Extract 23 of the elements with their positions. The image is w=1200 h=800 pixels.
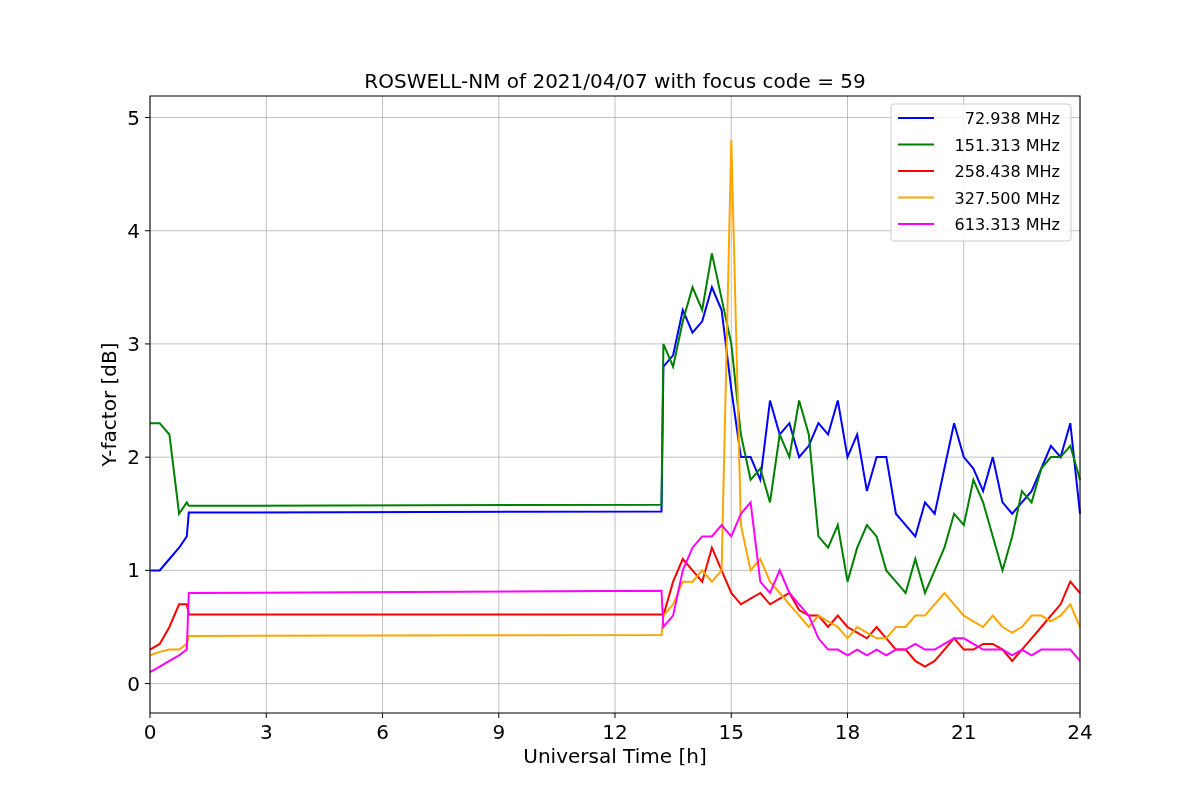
x-tick-label: 9 xyxy=(492,720,506,744)
y-tick-label: 1 xyxy=(127,558,140,583)
x-tick-label: 24 xyxy=(1067,720,1093,744)
x-tick-label: 15 xyxy=(718,720,744,744)
y-tick-label: 4 xyxy=(127,218,140,243)
x-tick-label: 18 xyxy=(834,720,861,744)
y-tick-label: 0 xyxy=(127,671,140,696)
legend-label: 613.313 MHz xyxy=(954,215,1060,234)
y-tick-label: 3 xyxy=(127,331,140,356)
x-tick-label: 21 xyxy=(951,720,977,744)
x-axis-label: Universal Time [h] xyxy=(523,744,707,768)
legend-label: 72.938 MHz xyxy=(964,109,1060,128)
x-tick-label: 0 xyxy=(143,720,157,744)
legend-label: 258.438 MHz xyxy=(954,162,1060,181)
x-tick-label: 3 xyxy=(259,720,273,744)
legend-label: 327.500 MHz xyxy=(954,188,1060,208)
legend-label: 151.313 MHz xyxy=(954,135,1060,155)
chart-title: ROSWELL-NM of 2021/04/07 with focus code = 59 xyxy=(364,69,866,93)
y-axis-label: Y-factor [dB] xyxy=(97,342,121,467)
x-tick-label: 12 xyxy=(602,720,628,744)
y-tick-label: 5 xyxy=(127,105,140,130)
x-tick-label: 6 xyxy=(376,720,389,744)
y-tick-label: 2 xyxy=(127,445,140,470)
